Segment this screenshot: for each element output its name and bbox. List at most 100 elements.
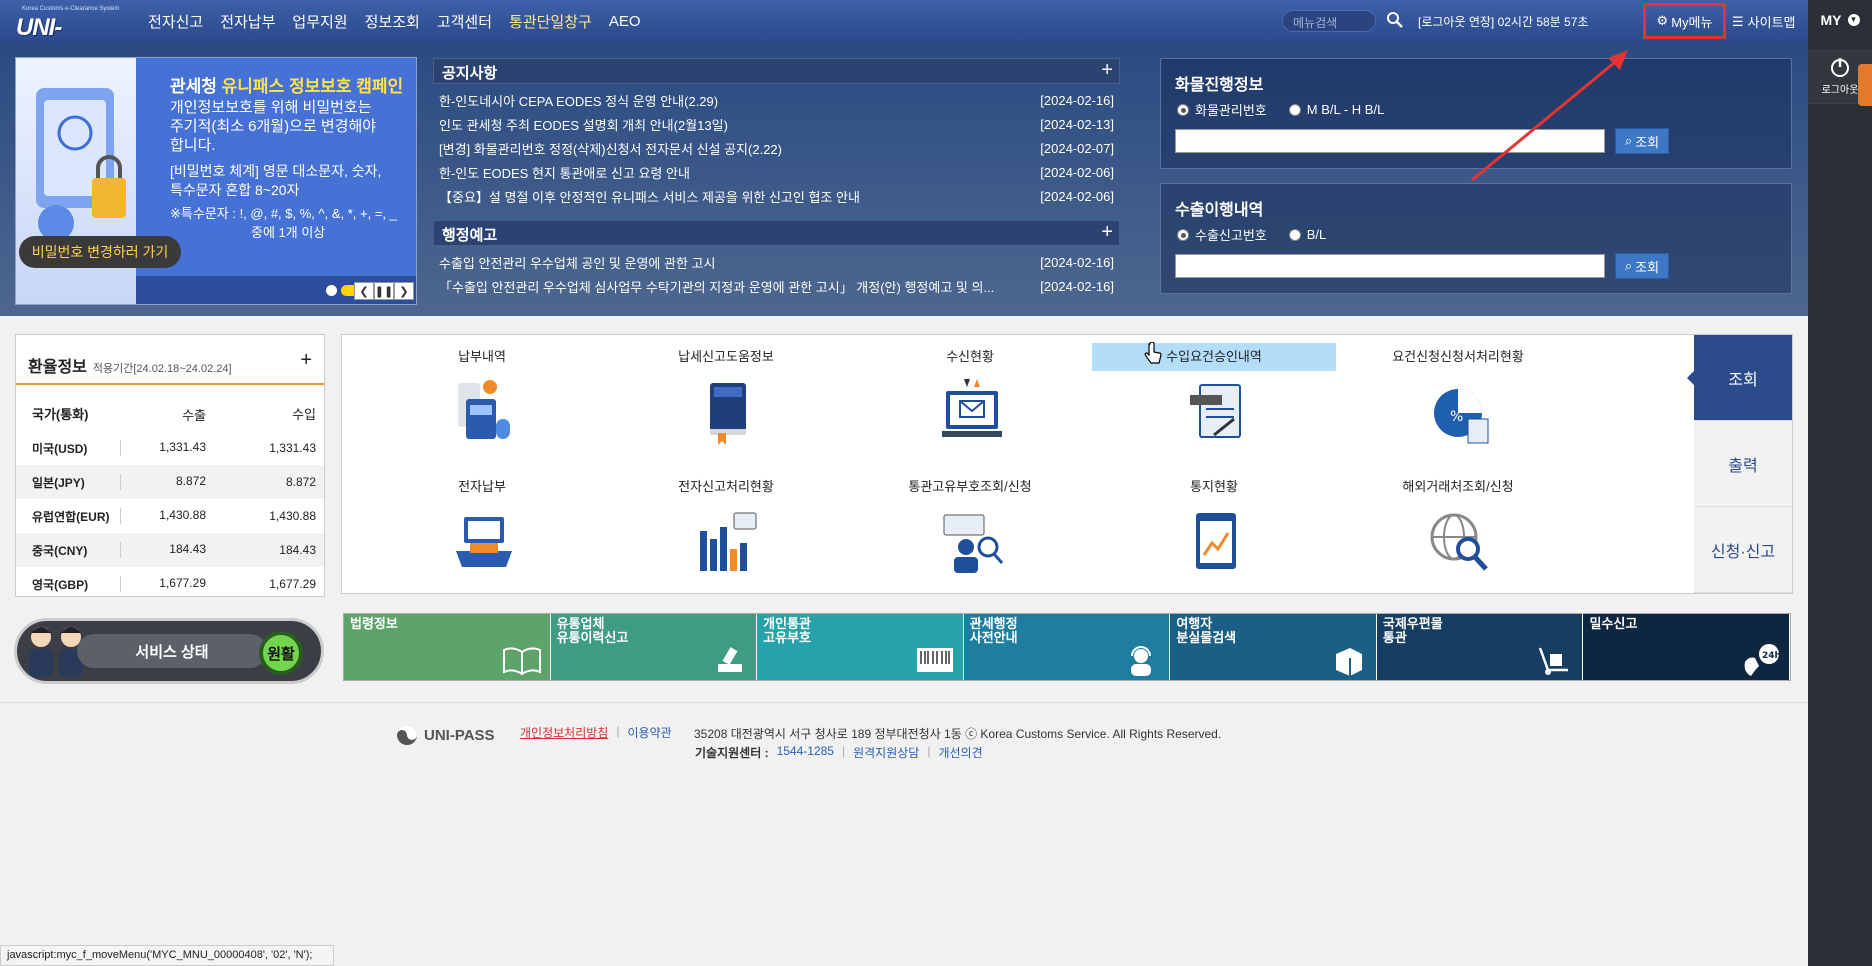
quick-requirement-status[interactable]: 요건신청신청서 처리현황 % xyxy=(1336,343,1580,461)
korea-emblem-icon xyxy=(397,725,417,745)
exchange-more-icon[interactable]: + xyxy=(300,349,312,372)
footer: UNI-PASS 개인정보처리방침 | 이용약관 35208 대전광역시 서구 … xyxy=(396,720,1396,768)
banner-personal-customs-code[interactable]: 개인통관 고유부호 xyxy=(757,614,964,680)
tab-inquiry[interactable]: 조회 xyxy=(1687,335,1792,421)
prev-icon[interactable]: ❮ xyxy=(354,282,374,300)
quick-customs-code[interactable]: 통관고유부호 조회/신청 xyxy=(848,473,1092,591)
quick-receive-status[interactable]: 수신현황 xyxy=(848,343,1092,461)
notice-item[interactable]: 한-인도네시아 CEPA EODES 정식 운영 안내(2.29) [2024-0… xyxy=(433,88,1120,112)
radio-mbl-hbl[interactable]: M B/L - H B/L xyxy=(1288,100,1384,119)
radio-export-number[interactable]: 수출신고번호 xyxy=(1177,225,1267,244)
notice-item[interactable]: [변경] 화물관리번호 정정(삭제)신청서 전자문서 신설 공지(2.22) [2… xyxy=(433,136,1120,160)
right-quick-panel: MY ▼ 로그아웃 xyxy=(1808,0,1872,966)
unipass-logo[interactable]: Korea Customs e-Clearance System UNI-PAS… xyxy=(14,6,120,69)
sitemap-button[interactable]: ☰ 사이트맵 xyxy=(1732,12,1796,31)
tab-print[interactable]: 출력 xyxy=(1694,421,1792,507)
export-history-title: 수출이행내역 xyxy=(1175,202,1264,219)
campaign-line1: 개인정보보호를 위해 비밀번호는 xyxy=(170,99,372,116)
menu-e-payment[interactable]: 전자납부 xyxy=(220,11,275,32)
quick-payment-history[interactable]: 납부내역 xyxy=(360,343,604,461)
notice-board: 공지사항 + 한-인도네시아 CEPA EODES 정식 운영 안내(2.29)[… xyxy=(433,58,1120,208)
radio-cargo-number[interactable]: 화물관리번호 xyxy=(1177,100,1267,119)
service-status-label: 서비스 상태 xyxy=(77,634,267,668)
quick-notification-status[interactable]: 통지현황 xyxy=(1092,473,1336,591)
phone-24h-icon: 24h xyxy=(1744,644,1781,676)
privacy-policy-link[interactable]: 개인정보처리방침 xyxy=(520,724,608,741)
banner-intl-mail[interactable]: 국제우편물 통관 xyxy=(1376,614,1584,680)
quick-overseas-partner[interactable]: 해외거래처 조회/신청 xyxy=(1336,473,1580,591)
open-book-icon xyxy=(502,647,541,676)
barcode-icon xyxy=(916,648,953,672)
feedback-link[interactable]: 개선의견 xyxy=(938,744,982,761)
radio-bl[interactable]: B/L xyxy=(1288,225,1326,244)
export-number-input[interactable] xyxy=(1175,254,1605,278)
banner-law-info[interactable]: 법령정보 xyxy=(344,614,551,680)
import-document-icon xyxy=(1190,384,1241,438)
admin-notice-header: 행정예고 + xyxy=(433,220,1120,246)
tab-apply-declare[interactable]: 신청·신고 xyxy=(1694,507,1792,593)
menu-single-window[interactable]: 통관단일창구 xyxy=(509,11,592,32)
headset-agent-icon xyxy=(1131,646,1152,676)
my-panel-toggle[interactable]: MY ▼ xyxy=(1808,12,1872,28)
change-password-button[interactable]: 비밀번호 변경하러 가기 xyxy=(19,236,181,268)
quick-import-approval[interactable]: 수입요건 승인내역 xyxy=(1092,343,1336,461)
bar-chart-icon xyxy=(700,512,757,571)
search-icon: ⌕ xyxy=(1624,258,1633,273)
logout-extend-timer[interactable]: [로그아웃 연장] 02시간 58분 57초 xyxy=(1418,13,1588,30)
footer-tech-support: 기술지원센터 : 1544-1285 | 원격지원상담 | 개선의견 xyxy=(695,744,983,761)
cargo-tracking-title: 화물진행정보 xyxy=(1175,77,1264,94)
notice-item[interactable]: 【중요】설 명절 이후 안정적인 유니패스 서비스 제공을 위한 신고인 협조 … xyxy=(433,184,1120,208)
quick-menu-panel: 납부내역 납세신고 도움정보 수신현황 수입요건 승인내역 요건신청신청서 처리현황 … xyxy=(341,334,1793,594)
service-banner-strip: 법령정보 유통업체 유통이력신고 개인통관 고유부호 관세행정 사전안내 여행자 분실물… xyxy=(343,613,1791,681)
next-icon[interactable]: ❯ xyxy=(394,282,414,300)
top-navigation-bar: Korea Customs e-Clearance System UNI-PAS… xyxy=(0,0,1808,69)
remote-support-link[interactable]: 원격지원상담 xyxy=(853,744,919,761)
admin-notice-board: 행정예고 + 수출입 안전관리 우수업체 공인 및 운영에 관한 고시 [2024-… xyxy=(433,220,1120,298)
notice-item[interactable]: 한-인도 EODES 현지 통관애로 신고 요령 안내 [2024-02-06] xyxy=(433,160,1120,184)
notice-item[interactable]: 인도 관세청 주최 EODES 설명회 개최 안내(2월13일) [2024-02… xyxy=(433,112,1120,136)
menu-customer-center[interactable]: 고객센터 xyxy=(437,11,492,32)
service-status-widget: 서비스 상태 원활 xyxy=(14,618,324,684)
banner-lost-property[interactable]: 여행자 분실물검색 xyxy=(1170,614,1377,680)
admin-notice-item[interactable]: 수출입 안전관리 우수업체 공인 및 운영에 관한 고시 [2024-02-16] xyxy=(433,250,1120,274)
campaign-line6: ※특수문자 : !, @, #, $, %, ^, &, *, +, =, _ xyxy=(170,206,397,221)
admin-notice-more-icon[interactable]: + xyxy=(1101,221,1113,244)
globe-search-icon xyxy=(1430,513,1488,571)
search-icon[interactable] xyxy=(1386,11,1404,29)
red-arrow-annotation xyxy=(1471,50,1628,182)
panel-handle-tab[interactable] xyxy=(1858,64,1872,106)
menu-info-inquiry[interactable]: 정보조회 xyxy=(365,11,420,32)
svg-text:24h: 24h xyxy=(1762,651,1781,661)
power-icon xyxy=(1831,58,1849,77)
payment-machine-icon xyxy=(456,517,512,567)
quick-tax-help[interactable]: 납세신고 도움정보 xyxy=(604,343,848,461)
export-search-button[interactable]: ⌕ 조회 xyxy=(1615,253,1669,279)
menu-search-input[interactable]: 메뉴검색 xyxy=(1282,10,1376,32)
pause-icon[interactable]: ❚❚ xyxy=(374,282,394,300)
quick-e-payment[interactable]: 전자납부 xyxy=(360,473,604,591)
banner-customs-guide[interactable]: 관세행정 사전안내 xyxy=(963,614,1171,680)
menu-work-support[interactable]: 업무지원 xyxy=(292,11,347,32)
footer-logo: UNI-PASS xyxy=(396,724,495,746)
footer-divider xyxy=(0,702,1808,703)
admin-notice-item[interactable]: 「수출입 안전관리 우수업체 심사업무 수탁기관의 지정과 운영에 관한 고시」… xyxy=(433,274,1120,298)
notice-more-icon[interactable]: + xyxy=(1101,59,1113,82)
browser-status-bar: javascript:myc_f_moveMenu('MYC_MNU_00000… xyxy=(0,945,334,966)
my-menu-button[interactable]: ⚙ My메뉴 xyxy=(1643,3,1726,39)
main-menu: 전자신고 전자납부 업무지원 정보조회 고객센터 통관단일창구 AEO xyxy=(148,0,641,42)
quick-e-declaration-status[interactable]: 전자신고 처리현황 xyxy=(604,473,848,591)
table-row: 유럽연합(EUR) 1,430.88 1,430.88 xyxy=(32,508,316,524)
banner-smuggling-report[interactable]: 밀수신고 24h xyxy=(1583,614,1791,680)
table-header: 국가(통화) 수출 수입 xyxy=(16,395,324,431)
table-row: 영국(GBP) 1,677.29 1,677.29 xyxy=(32,576,316,592)
menu-e-declaration[interactable]: 전자신고 xyxy=(148,11,203,32)
terms-link[interactable]: 이용약관 xyxy=(627,724,671,741)
campaign-title: 관세청 유니패스 정보보호 캠페인 xyxy=(170,77,404,96)
security-campaign-banner[interactable]: 관세청 유니패스 정보보호 캠페인 개인정보보호를 위해 비밀번호는 주기적(최… xyxy=(15,57,417,305)
banner-distribution-report[interactable]: 유통업체 유통이력신고 xyxy=(550,614,758,680)
my-label: MY xyxy=(1820,12,1842,28)
quick-menu-tabs: 조회 출력 신청·신고 xyxy=(1687,335,1792,593)
slide-dot[interactable] xyxy=(326,285,337,296)
menu-aeo[interactable]: AEO xyxy=(609,13,641,30)
campaign-line3: 합니다. xyxy=(170,137,216,154)
